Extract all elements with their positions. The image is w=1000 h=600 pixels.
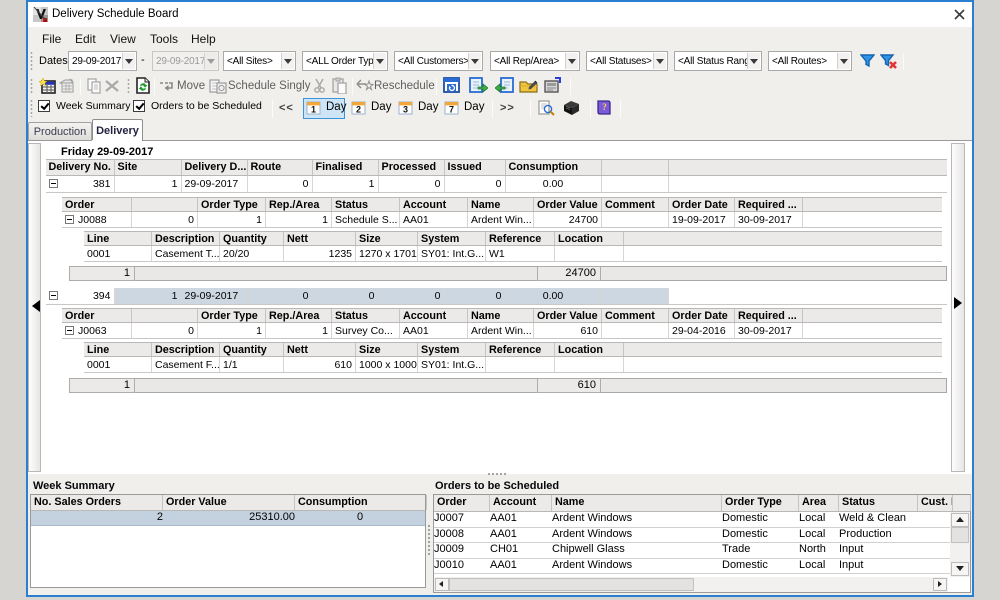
svg-text:1: 1 — [311, 105, 316, 115]
svg-text:2: 2 — [356, 105, 361, 115]
svg-text:?: ? — [602, 102, 607, 112]
svg-text:3: 3 — [403, 105, 408, 115]
svg-text:7: 7 — [449, 105, 454, 115]
